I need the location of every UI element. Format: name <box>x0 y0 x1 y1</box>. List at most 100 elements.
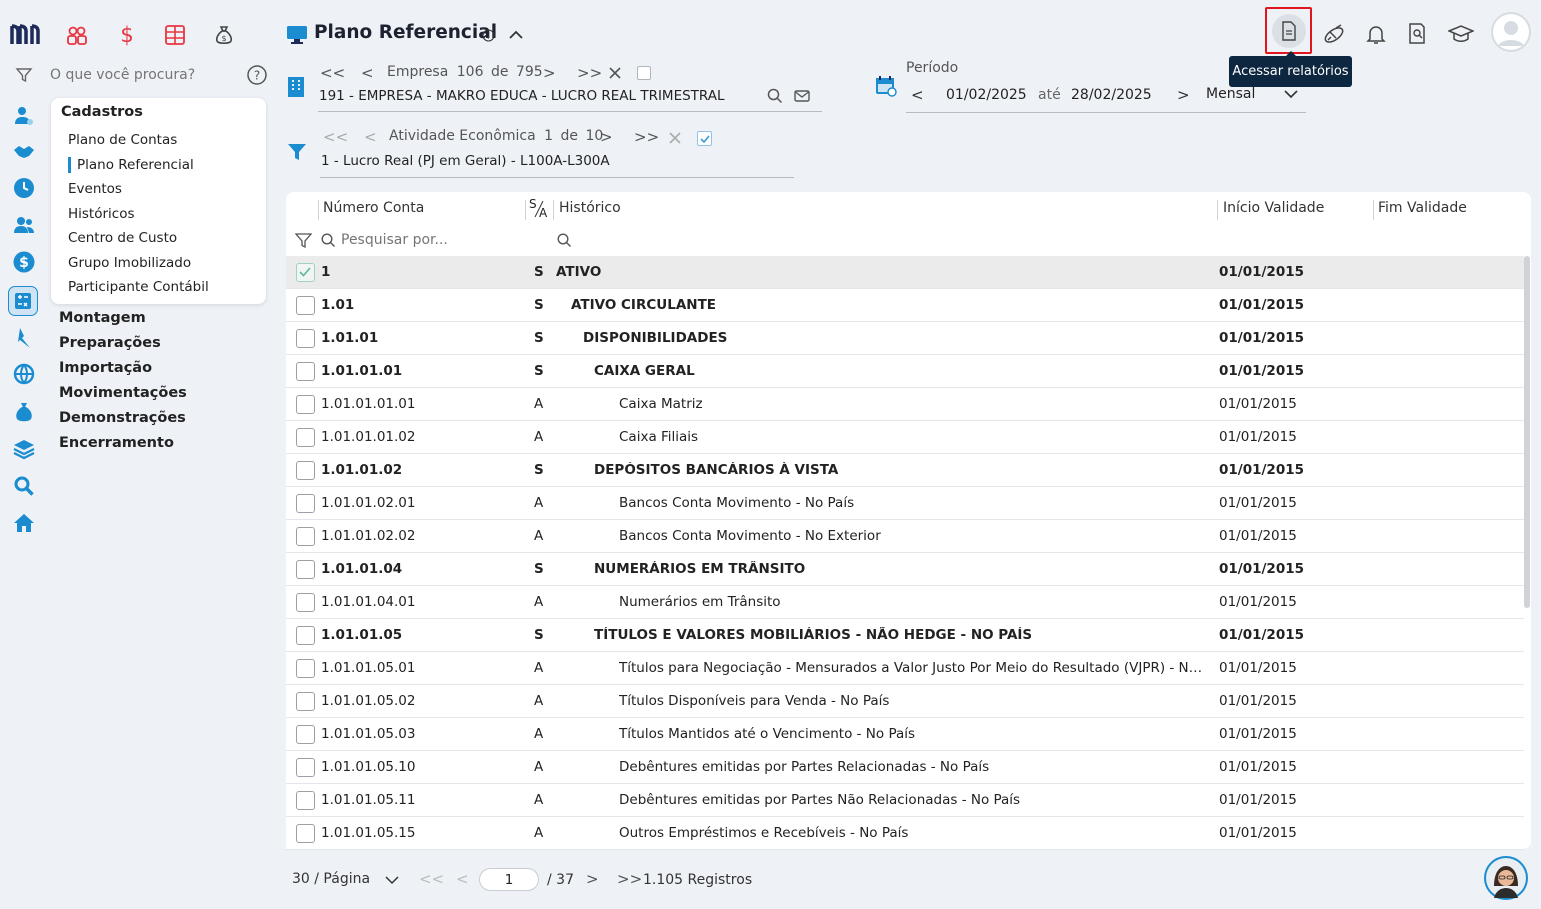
row-checkbox[interactable] <box>296 395 315 414</box>
people-icon[interactable] <box>62 20 92 50</box>
row-checkbox[interactable] <box>296 362 315 381</box>
table-row[interactable]: 1.01.01.02.02 A Bancos Conta Movimento - N… <box>286 520 1524 553</box>
row-checkbox[interactable] <box>296 560 315 579</box>
row-checkbox[interactable] <box>296 791 315 810</box>
historico-search-icon[interactable] <box>555 231 573 249</box>
avatar[interactable] <box>1491 12 1531 52</box>
table-row[interactable]: 1.01.01.02.01 A Bancos Conta Movimento - N… <box>286 487 1524 520</box>
col-fim-validade[interactable]: Fim Validade <box>1378 200 1467 216</box>
page-last-button[interactable]: >> <box>617 870 642 888</box>
menu-section-importacao[interactable]: Importação <box>59 360 152 376</box>
periodo-next-button[interactable]: > <box>1177 86 1190 104</box>
row-checkbox[interactable] <box>296 824 315 843</box>
menu-item-participante-contabil[interactable]: Participante Contábil <box>68 279 209 295</box>
periodo-mode-select[interactable]: Mensal <box>1206 86 1306 106</box>
table-row[interactable]: 1.01 S ATIVO CIRCULANTE 01/01/2015 <box>286 289 1524 322</box>
table-search-input[interactable] <box>341 230 531 250</box>
table-row[interactable]: 1.01.01.02 S DEPÓSITOS BANCÁRIOS À VISTA 01… <box>286 454 1524 487</box>
globe-icon[interactable] <box>10 360 38 388</box>
menu-section-demonstracoes[interactable]: Demonstrações <box>59 410 186 426</box>
empresa-mail-icon[interactable] <box>793 87 811 105</box>
empresa-clear-icon[interactable] <box>607 65 623 81</box>
row-checkbox[interactable] <box>296 593 315 612</box>
bell-icon[interactable] <box>1362 20 1390 48</box>
col-historico[interactable]: Histórico <box>559 200 621 216</box>
dollar-circle-icon[interactable]: $ <box>10 248 38 276</box>
menu-item-eventos[interactable]: Eventos <box>68 181 122 197</box>
menu-item-centro-de-custo[interactable]: Centro de Custo <box>68 230 177 246</box>
table-row[interactable]: 1.01.01.05.02 A Títulos Disponíveis para V… <box>286 685 1524 718</box>
table-row[interactable]: 1.01.01.04.01 A Numerários em Trânsito 01/0… <box>286 586 1524 619</box>
empresa-search-icon[interactable] <box>766 87 784 105</box>
magnifier-icon[interactable] <box>10 472 38 500</box>
atividade-checkbox[interactable] <box>697 131 712 146</box>
assistant-avatar[interactable] <box>1484 856 1528 900</box>
filter-icon[interactable] <box>12 64 36 86</box>
col-sa[interactable]: S A <box>529 197 551 221</box>
periodo-start[interactable]: 01/02/2025 <box>946 87 1027 103</box>
dollar-icon[interactable]: $ <box>112 20 142 50</box>
empresa-prev-button[interactable]: < <box>361 64 374 82</box>
global-search-input[interactable] <box>50 64 230 86</box>
row-checkbox[interactable] <box>296 428 315 447</box>
document-search-icon[interactable] <box>1403 20 1431 48</box>
table-row[interactable]: 1.01.01.05.03 A Títulos Mantidos até o Ven… <box>286 718 1524 751</box>
page-prev-button[interactable]: < <box>456 870 469 888</box>
row-checkbox[interactable] <box>296 329 315 348</box>
menu-section-preparacoes[interactable]: Preparações <box>59 335 161 351</box>
person-settings-icon[interactable] <box>10 102 38 130</box>
layers-icon[interactable] <box>10 435 38 463</box>
empresa-last-button[interactable]: >> <box>577 64 602 82</box>
chevron-up-icon[interactable] <box>505 24 527 46</box>
page-input[interactable] <box>479 868 539 891</box>
col-numero-conta[interactable]: Número Conta <box>323 200 424 216</box>
table-row[interactable]: 1.01.01.01.01 A Caixa Matriz 01/01/2015 <box>286 388 1524 421</box>
atividade-first-button[interactable]: << <box>323 128 348 146</box>
page-first-button[interactable]: << <box>419 870 444 888</box>
atividade-last-button[interactable]: >> <box>634 128 659 146</box>
table-scrollbar[interactable] <box>1524 256 1530 608</box>
atividade-next-button[interactable]: > <box>600 128 613 146</box>
col-inicio-validade[interactable]: Início Validade <box>1223 200 1324 216</box>
row-checkbox[interactable] <box>296 527 315 546</box>
menu-item-plano-referencial[interactable]: Plano Referencial <box>77 157 194 173</box>
atividade-clear-icon[interactable] <box>667 130 683 146</box>
periodo-prev-button[interactable]: < <box>911 86 924 104</box>
table-row[interactable]: 1.01.01.05.11 A Debêntures emitidas por Pa… <box>286 784 1524 817</box>
menu-item-plano-de-contas[interactable]: Plano de Contas <box>68 132 177 148</box>
periodo-end[interactable]: 28/02/2025 <box>1071 87 1152 103</box>
row-checkbox[interactable] <box>296 626 315 645</box>
handshake-icon[interactable] <box>10 138 38 166</box>
menu-section-montagem[interactable]: Montagem <box>59 310 146 326</box>
table-row[interactable]: 1.01.01.05.15 A Outros Empréstimos e Receb… <box>286 817 1524 850</box>
menu-section-encerramento[interactable]: Encerramento <box>59 435 174 451</box>
table-row[interactable]: 1.01.01.01 S CAIXA GERAL 01/01/2015 <box>286 355 1524 388</box>
empresa-first-button[interactable]: << <box>320 64 345 82</box>
reports-button[interactable] <box>1265 7 1312 54</box>
table-row[interactable]: 1 S ATIVO 01/01/2015 <box>286 256 1524 289</box>
row-checkbox[interactable] <box>296 461 315 480</box>
pin-tool-icon[interactable] <box>10 324 38 352</box>
page-next-button[interactable]: > <box>586 870 599 888</box>
row-checkbox[interactable] <box>296 725 315 744</box>
menu-item-grupo-imobilizado[interactable]: Grupo Imobilizado <box>68 255 191 271</box>
satellite-icon[interactable] <box>1320 20 1348 48</box>
bag-icon[interactable] <box>10 398 38 426</box>
row-checkbox[interactable] <box>296 296 315 315</box>
help-icon[interactable]: ? <box>245 63 269 87</box>
row-checkbox[interactable] <box>296 494 315 513</box>
empresa-checkbox[interactable] <box>637 66 651 80</box>
per-page-select[interactable]: 30 / Página <box>292 871 402 891</box>
empresa-next-button[interactable]: > <box>543 64 556 82</box>
row-checkbox[interactable] <box>296 263 315 282</box>
menu-section-movimentacoes[interactable]: Movimentações <box>59 385 187 401</box>
table-row[interactable]: 1.01.01.05.10 A Debêntures emitidas por Pa… <box>286 751 1524 784</box>
table-row[interactable]: 1.01.01.01.02 A Caixa Filiais 01/01/2015 <box>286 421 1524 454</box>
accounting-icon[interactable] <box>8 286 38 316</box>
atividade-prev-button[interactable]: < <box>364 128 377 146</box>
graduation-cap-icon[interactable] <box>1446 20 1476 48</box>
table-filter-icon[interactable] <box>293 230 313 250</box>
row-checkbox[interactable] <box>296 758 315 777</box>
calculator-icon[interactable] <box>160 20 190 50</box>
info-icon[interactable] <box>480 27 496 43</box>
